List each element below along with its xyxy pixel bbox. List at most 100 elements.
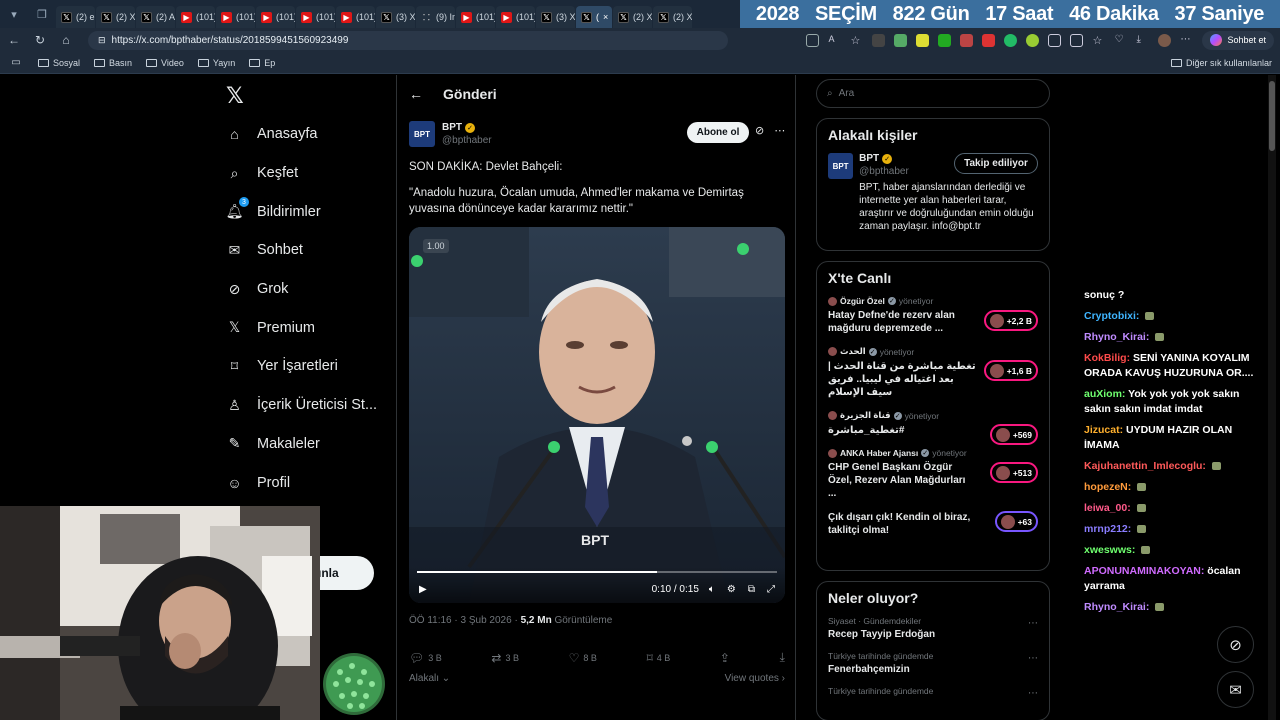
nav-item[interactable]: ♙ İçerik Üreticisi St...	[226, 386, 386, 425]
live-listener-pill[interactable]: +1,6 B	[983, 360, 1038, 381]
browser-tab[interactable]: ▶ (101)	[296, 6, 335, 28]
volume-icon[interactable]: 🔈︎	[709, 584, 715, 595]
bookmark-button[interactable]: ⌑ 4 B	[647, 650, 671, 665]
nav-item[interactable]: 🔔︎ 3 Bildirimler	[226, 192, 386, 231]
repost-button[interactable]: ⇄ 3 B	[491, 650, 519, 665]
live-item[interactable]: ANKA Haber Ajansı ✓ yönetiyor CHP Genel Baş…	[828, 448, 1038, 500]
live-listener-pill[interactable]: +569	[989, 424, 1038, 445]
download-button[interactable]: ⤓	[780, 650, 785, 665]
following-button[interactable]: Takip ediliyor	[954, 153, 1038, 174]
reading-list-icon[interactable]: ▭	[8, 55, 24, 71]
video-playback-rate[interactable]: 1.00	[423, 239, 449, 253]
browser-tab[interactable]: ⸬ (9) In	[416, 6, 455, 28]
browser-tab[interactable]: 𝕏 (2) X	[653, 6, 692, 28]
replies-sort-dropdown[interactable]: Alakalı ⌄	[409, 673, 450, 684]
nav-item[interactable]: ✎ Makaleler	[226, 425, 386, 464]
nav-item[interactable]: 𝕏 Premium	[226, 308, 386, 347]
browser-tab[interactable]: ▶ (101)	[256, 6, 295, 28]
nav-item[interactable]: ⌕ Keşfet	[226, 154, 386, 193]
video-progress-bar[interactable]	[417, 571, 777, 573]
browser-tab[interactable]: ▶ (101)	[336, 6, 375, 28]
live-item[interactable]: قناة الجزيرة ✓ yönetiyor #تغطية_مباشرة +569	[828, 410, 1038, 445]
live-listener-pill[interactable]: +63	[994, 511, 1038, 532]
read-aloud-icon[interactable]: A	[828, 34, 841, 47]
author-handle[interactable]: @bpthaber	[442, 135, 492, 146]
grok-floating-button[interactable]: ⊘	[1217, 626, 1254, 663]
refresh-icon[interactable]: ↻	[32, 32, 48, 48]
picture-in-picture-icon[interactable]: ⧉	[748, 584, 755, 595]
trend-item[interactable]: Türkiye tarihinde gündemde ⋯	[828, 686, 1038, 699]
trend-item[interactable]: Siyaset · Gündemdekiler Recep Tayyip Erdo…	[828, 616, 1038, 640]
site-info-icon[interactable]: ⊟	[98, 35, 106, 46]
more-menu-icon[interactable]: ⋯	[1180, 34, 1193, 47]
extension-3-icon[interactable]	[916, 33, 930, 47]
related-avatar[interactable]: BPT	[828, 153, 854, 179]
trend-more-icon[interactable]: ⋯	[1028, 618, 1038, 629]
extension-1-icon[interactable]	[872, 33, 886, 47]
back-arrow-icon[interactable]: ←	[409, 86, 423, 102]
subscribe-button[interactable]: Abone ol	[687, 122, 749, 143]
extension-4-icon[interactable]	[938, 33, 952, 47]
author-avatar[interactable]: BPT	[409, 121, 435, 147]
nav-item[interactable]: ⊘ Grok	[226, 270, 386, 309]
bookmark-folder[interactable]: Yayın	[197, 58, 235, 68]
trend-item[interactable]: Türkiye tarihinde gündemde Fenerbahçemizi…	[828, 651, 1038, 675]
trend-more-icon[interactable]: ⋯	[1028, 688, 1038, 699]
nav-item[interactable]: ☺ Profil	[226, 463, 386, 502]
browser-essentials-icon[interactable]: ♡	[1114, 34, 1127, 47]
live-item[interactable]: Özgür Özel ✓ yönetiyor Hatay Defne'de rezer…	[828, 296, 1038, 335]
browser-tab[interactable]: 𝕏 (×	[576, 6, 612, 28]
fullscreen-icon[interactable]: ⤢	[767, 584, 775, 595]
browser-tab[interactable]: 𝕏 (2) X	[96, 6, 135, 28]
scrollbar-thumb[interactable]	[1269, 81, 1275, 151]
reply-button[interactable]: 💬︎ 3 B	[409, 650, 442, 665]
other-bookmarks-folder[interactable]: Diğer sık kullanılanlar	[1170, 58, 1272, 68]
browser-tab[interactable]: ▶ (101)	[176, 6, 215, 28]
play-icon[interactable]: ▶	[419, 584, 427, 595]
copilot-chat-button[interactable]: Sohbet et	[1202, 30, 1274, 50]
favorite-star-icon[interactable]: ☆	[850, 34, 863, 47]
live-listener-pill[interactable]: +513	[989, 462, 1038, 483]
nav-item[interactable]: ✉ Sohbet	[226, 231, 386, 270]
share-button[interactable]: ⇪	[720, 650, 730, 665]
home-icon[interactable]: ⌂	[58, 32, 74, 48]
browser-tab[interactable]: ▶ (101)	[216, 6, 255, 28]
url-field[interactable]: ⊟ https://x.com/bpthaber/status/20185994…	[88, 30, 728, 50]
view-quotes-link[interactable]: View quotes ›	[725, 673, 785, 684]
downloads-icon[interactable]: ⤓	[1136, 34, 1149, 47]
x-logo-icon[interactable]: 𝕏	[226, 83, 244, 109]
messages-floating-button[interactable]: ✉	[1217, 671, 1254, 708]
close-tab-icon[interactable]: ×	[603, 12, 608, 22]
split-screen-icon[interactable]	[1048, 33, 1062, 47]
live-item[interactable]: الحدث ✓ yönetiyor تغطية مباشرة من قناة الحد…	[828, 346, 1038, 399]
related-person[interactable]: BPT BPT ✓ @bpthaber BPT, haber ajansların…	[828, 153, 1038, 233]
post-timestamp[interactable]: ÖÖ 11:16 · 3 Şub 2026 ·	[409, 615, 521, 626]
extension-5-icon[interactable]	[960, 33, 974, 47]
browser-tab[interactable]: ▶ (101)	[496, 6, 535, 28]
bookmark-folder[interactable]: Video	[146, 58, 184, 68]
extension-2-icon[interactable]	[894, 33, 908, 47]
page-scrollbar[interactable]	[1268, 75, 1276, 720]
browser-tab[interactable]: 𝕏 (3) X	[376, 6, 415, 28]
browser-tab[interactable]: ▶ (101)	[456, 6, 495, 28]
search-input[interactable]: ⌕ Ara	[816, 79, 1050, 108]
live-item[interactable]: Çık dışarı çık! Kendin ol biraz, taklitç…	[828, 511, 1038, 537]
live-listener-pill[interactable]: +2,2 B	[983, 310, 1038, 331]
extension-7-icon[interactable]	[1004, 33, 1018, 47]
post-more-icon[interactable]: ⋯	[774, 124, 785, 137]
author-name[interactable]: BPT ✓	[442, 122, 492, 133]
app-grid-icon[interactable]	[806, 33, 820, 47]
like-button[interactable]: ♡ 8 B	[569, 650, 597, 665]
tab-list-icon[interactable]: ▾	[0, 0, 28, 28]
browser-tab[interactable]: 𝕏 (2) A	[136, 6, 175, 28]
bookmark-folder[interactable]: Ep	[249, 58, 275, 68]
trend-more-icon[interactable]: ⋯	[1028, 653, 1038, 664]
nav-item[interactable]: ⌑ Yer İşaretleri	[226, 347, 386, 386]
browser-tab[interactable]: 𝕏 (3) X	[536, 6, 575, 28]
video-player[interactable]: 1.00 BPT ▶ 0:10 / 0:15 🔈︎ ⚙ ⧉ ⤢	[409, 227, 785, 603]
collections-icon[interactable]	[1070, 33, 1084, 47]
browser-tab[interactable]: 𝕏 (2) er	[56, 6, 95, 28]
nav-item[interactable]: ⌂ Anasayfa	[226, 115, 386, 154]
bookmark-folder[interactable]: Basın	[94, 58, 132, 68]
settings-gear-icon[interactable]: ⚙	[727, 584, 736, 595]
